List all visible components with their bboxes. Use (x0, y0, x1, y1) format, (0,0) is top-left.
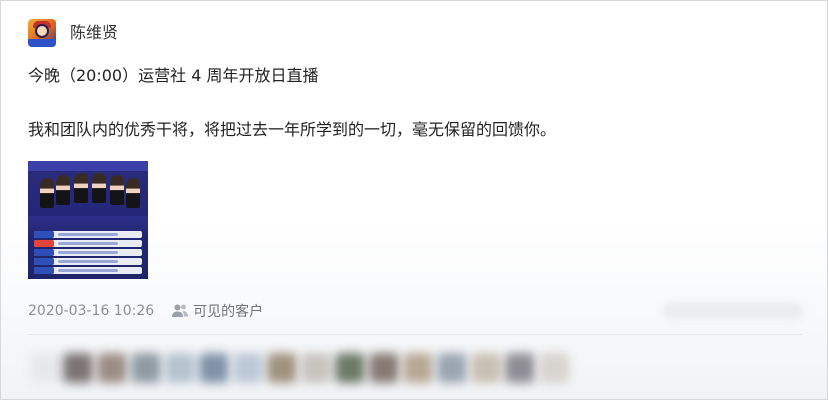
liker-avatar[interactable] (267, 353, 297, 383)
post-body: 我和团队内的优秀干将，将把过去一年所学到的一切，毫无保留的回馈你。 (28, 120, 557, 139)
moment-card: 陈维贤 今晚（20:00）运营社 4 周年开放日直播 我和团队内的优秀干将，将把… (0, 0, 828, 400)
username[interactable]: 陈维贤 (70, 18, 118, 48)
visibility-label: 可见的客户 (193, 304, 264, 320)
poster-person (40, 178, 54, 208)
divider (28, 334, 802, 335)
liker-avatar[interactable] (369, 353, 399, 383)
avatar[interactable] (28, 19, 56, 47)
liker-avatar[interactable] (471, 353, 501, 383)
poster-person (56, 175, 70, 205)
poster-banner (28, 161, 148, 171)
poster-person (126, 178, 140, 208)
liker-avatar[interactable] (505, 353, 535, 383)
liker-avatar[interactable] (437, 353, 467, 383)
avatar-face (35, 24, 49, 38)
post-header: 陈维贤 (28, 18, 118, 48)
post-timestamp: 2020-03-16 10:26 (28, 303, 155, 319)
poster-row (34, 240, 142, 247)
poster-row (34, 258, 142, 265)
liker-avatar[interactable] (165, 353, 195, 383)
liker-avatar[interactable] (403, 353, 433, 383)
poster-person (74, 173, 88, 203)
liker-avatar[interactable] (335, 353, 365, 383)
liker-avatar[interactable] (233, 353, 263, 383)
poster-row (34, 249, 142, 256)
poster-row (34, 267, 142, 274)
people-icon (172, 304, 189, 317)
post-headline: 今晚（20:00）运营社 4 周年开放日直播 (28, 66, 319, 85)
poster-image[interactable] (28, 161, 148, 279)
liker-avatar[interactable] (301, 353, 331, 383)
liker-avatar[interactable] (539, 353, 569, 383)
liker-avatar[interactable] (63, 353, 93, 383)
avatar-band (28, 39, 56, 47)
liker-avatar[interactable] (97, 353, 127, 383)
visibility-scope[interactable]: 可见的客户 (171, 301, 263, 321)
liker-avatar[interactable] (131, 353, 161, 383)
poster-row (34, 231, 142, 238)
post-meta: 2020-03-16 10:26 可见的客户 (28, 301, 263, 321)
poster-person (92, 173, 106, 203)
liker-avatar[interactable] (31, 353, 61, 383)
poster-person (110, 175, 124, 205)
liker-avatar[interactable] (199, 353, 229, 383)
blurred-region (663, 303, 803, 319)
